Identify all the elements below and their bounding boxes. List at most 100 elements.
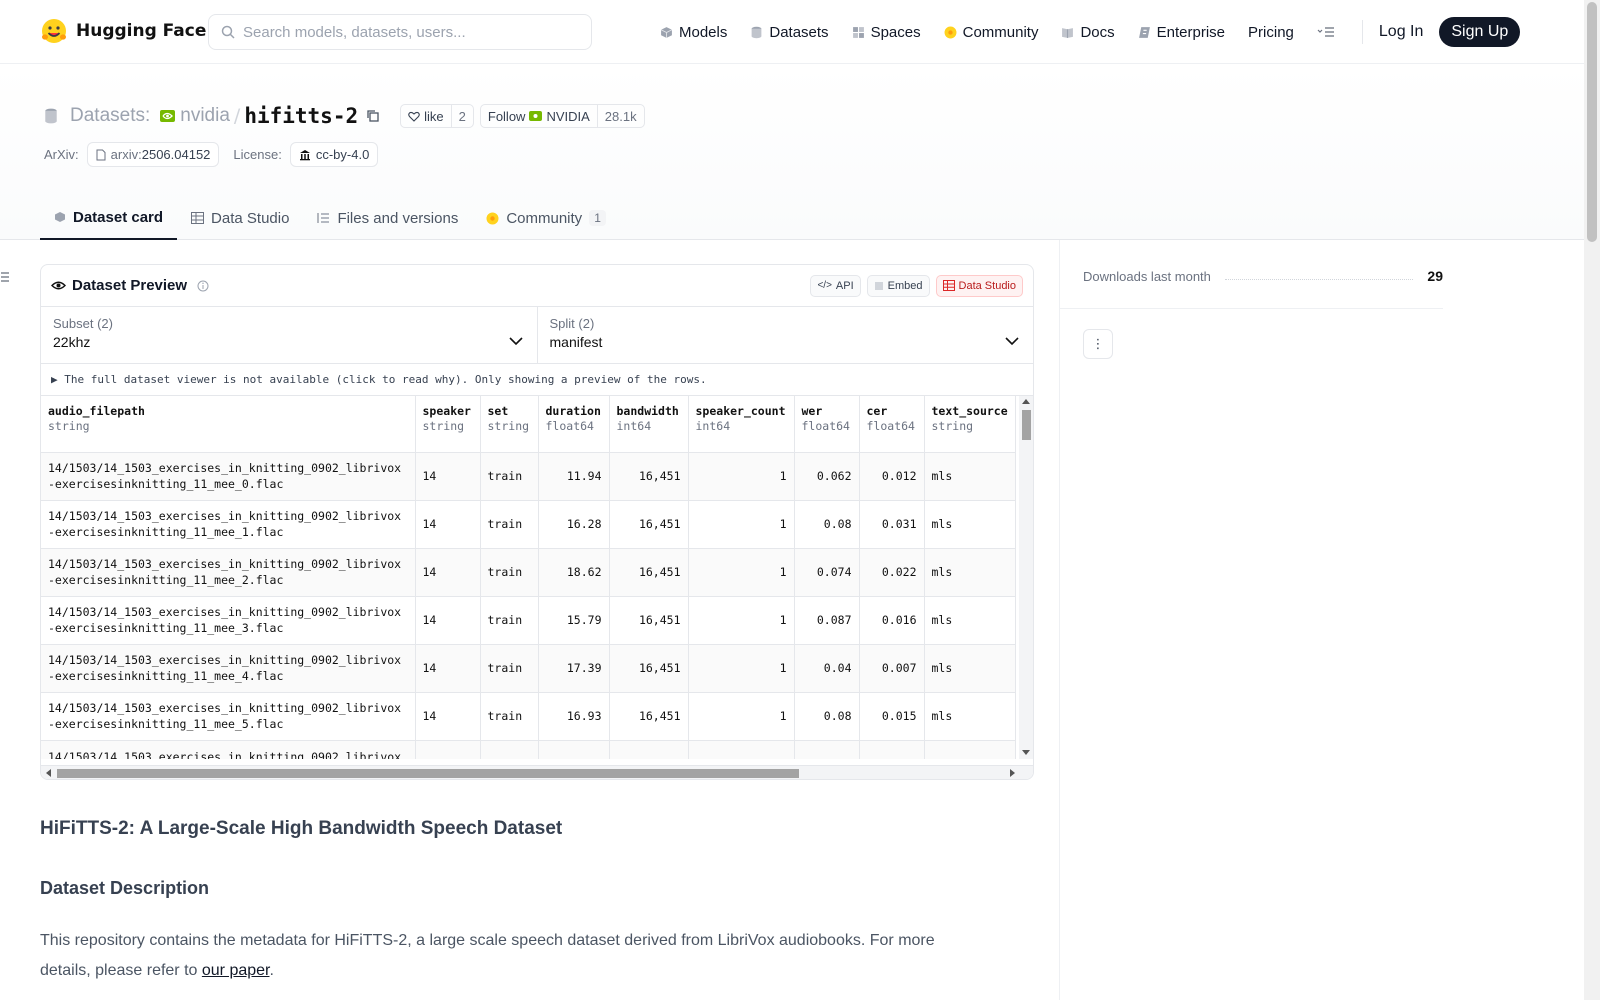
split-select[interactable]: Split (2) manifest (536, 307, 1034, 363)
info-icon[interactable] (197, 280, 209, 292)
tab-data-studio[interactable]: Data Studio (177, 196, 303, 240)
kebab-icon: ⋮ (1091, 336, 1105, 352)
column-header[interactable]: duration float64 (538, 396, 610, 453)
column-header[interactable]: audio_filepath string (41, 396, 416, 453)
table-cell: 0.074 (794, 548, 860, 597)
nav-more-menu[interactable] (1317, 26, 1335, 38)
table-cell: 14 (415, 596, 481, 645)
table-row[interactable]: 14/1503/14_1503_exercises_in_knitting_09… (41, 644, 1016, 693)
column-header[interactable]: bandwidth int64 (609, 396, 689, 453)
column-header[interactable]: speaker string (415, 396, 481, 453)
nav-docs-label: Docs (1080, 23, 1115, 41)
table-cell: 14/1503/14_1503_exercises_in_knitting_09… (41, 692, 416, 741)
table-cell: 14 (415, 692, 481, 741)
arxiv-tag[interactable]: arxiv: 2506.04152 (86, 142, 220, 167)
files-icon (317, 213, 330, 223)
tab-dataset-card[interactable]: Dataset card (40, 196, 178, 240)
scroll-down-arrow-icon[interactable] (1022, 750, 1030, 755)
column-header[interactable]: speaker_count int64 (688, 396, 795, 453)
breadcrumb-slash: / (233, 105, 241, 127)
viewer-unavailable-notice[interactable]: ▶ The full dataset viewer is not availab… (41, 364, 1033, 396)
table-row[interactable]: 14/1503/14_1503_exercises_in_knitting_09… (41, 500, 1016, 549)
subset-value: 22khz (53, 334, 91, 350)
sidebar-toggle-icon[interactable] (0, 270, 10, 284)
table-cell: train (480, 548, 539, 597)
table-row[interactable]: 14/1503/14_1503_exercises_in_knitting_09… (41, 692, 1016, 741)
table-cell: 14/1503/14_1503_exercises_in_knitting_09… (41, 500, 416, 549)
embed-button[interactable]: Embed (866, 274, 930, 297)
page-scroll-thumb[interactable] (1587, 2, 1597, 242)
table-cell: mls (924, 596, 1016, 645)
scroll-left-arrow-icon[interactable] (46, 769, 51, 777)
org-name: nvidia (180, 105, 230, 126)
nav-spaces[interactable]: Spaces (852, 24, 921, 41)
search-box[interactable] (208, 14, 592, 50)
table-vertical-scrollbar[interactable] (1019, 396, 1033, 759)
arxiv-prefix: arxiv: (110, 147, 142, 162)
downloads-label: Downloads last month (1083, 268, 1211, 284)
column-type: string (931, 419, 974, 433)
table-horizontal-scrollbar[interactable] (41, 765, 1033, 779)
nav-pricing[interactable]: Pricing (1248, 24, 1294, 41)
brand-link[interactable]: Hugging Face (40, 17, 206, 45)
column-header[interactable]: set string (480, 396, 539, 453)
search-input[interactable] (243, 23, 573, 41)
nav-models[interactable]: Models (660, 24, 727, 41)
data-studio-button[interactable]: Data Studio (935, 274, 1023, 297)
table-cell: 0.016 (859, 596, 925, 645)
table-row[interactable]: 14/1503/14_1503_exercises_in_knitting_09… (41, 596, 1016, 645)
signup-button[interactable]: Sign Up (1439, 17, 1521, 47)
sidebar-menu-button[interactable]: ⋮ (1083, 329, 1113, 359)
column-header[interactable]: wer float64 (794, 396, 860, 453)
table-row[interactable]: 14/1503/14_1503_exercises_in_knitting_09… (41, 452, 1016, 501)
brand-name: Hugging Face (76, 21, 207, 41)
table-cell: 14 (415, 548, 481, 597)
org-link[interactable]: nvidia (160, 105, 230, 127)
heart-icon (408, 111, 420, 122)
repo-title-row: Datasets: nvidia / hifitts-2 like 2 Foll… (44, 103, 651, 129)
login-link[interactable]: Log In (1379, 23, 1423, 41)
table-row[interactable]: 14/1503/14_1503_exercises_in_knitting_09… (41, 548, 1016, 597)
table-cell: 14/1503/14_1503_exercises_in_knitting_09… (41, 596, 416, 645)
nvidia-logo-icon (160, 110, 176, 122)
tab-files-and-versions[interactable]: Files and versions (303, 196, 472, 240)
grid-icon (852, 26, 864, 38)
scroll-thumb[interactable] (57, 769, 799, 778)
table-cell: train (480, 692, 539, 741)
nav-datasets-label: Datasets (769, 23, 829, 41)
repo-name[interactable]: hifitts-2 (244, 104, 358, 128)
chevron-down-icon (1005, 337, 1019, 346)
follow-button[interactable]: Follow NVIDIA 28.1k (479, 104, 645, 128)
column-header[interactable]: cer float64 (859, 396, 925, 453)
scroll-right-arrow-icon[interactable] (1010, 769, 1015, 777)
table-cell: 1 (688, 500, 795, 549)
table-cell: 0.08 (794, 692, 860, 741)
table-cell: 14 (415, 644, 481, 693)
like-button[interactable]: like 2 (400, 104, 474, 128)
table-cell: 14/1503/14_1503_exercises_in_knitting_09… (41, 548, 416, 597)
paper-link[interactable]: our paper (202, 962, 270, 979)
table-cell: 16,451 (609, 500, 689, 549)
dataset-heading: HiFiTTS-2: A Large-Scale High Bandwidth … (40, 818, 563, 839)
table-cell: 16,451 (609, 644, 689, 693)
column-header[interactable]: text_source string (924, 396, 1016, 453)
scroll-thumb[interactable] (1022, 410, 1031, 440)
scroll-up-arrow-icon[interactable] (1022, 399, 1030, 404)
nav-docs[interactable]: Docs (1061, 23, 1115, 41)
tab-community[interactable]: Community 1 (472, 196, 620, 240)
table-row[interactable]: 14/1503/14_1503_exercises_in_knitting_09… (41, 740, 1016, 759)
table-cell (480, 740, 539, 759)
license-tag[interactable]: cc-by-4.0 (289, 142, 379, 167)
table-cell (688, 740, 795, 759)
data-studio-label: Data Studio (958, 279, 1016, 292)
downloads-value: 29 (1427, 268, 1443, 284)
table-cell (859, 740, 925, 759)
page-scrollbar[interactable] (1584, 0, 1600, 1000)
nav-community[interactable]: Community (944, 24, 1038, 41)
nav-datasets[interactable]: Datasets (750, 23, 829, 41)
copy-icon[interactable] (366, 109, 380, 123)
nav-enterprise[interactable]: Enterprise (1138, 24, 1225, 41)
breadcrumb-datasets[interactable]: Datasets: (70, 105, 150, 127)
subset-select[interactable]: Subset (2) 22khz (41, 307, 537, 363)
api-button[interactable]: </> API (810, 274, 861, 297)
